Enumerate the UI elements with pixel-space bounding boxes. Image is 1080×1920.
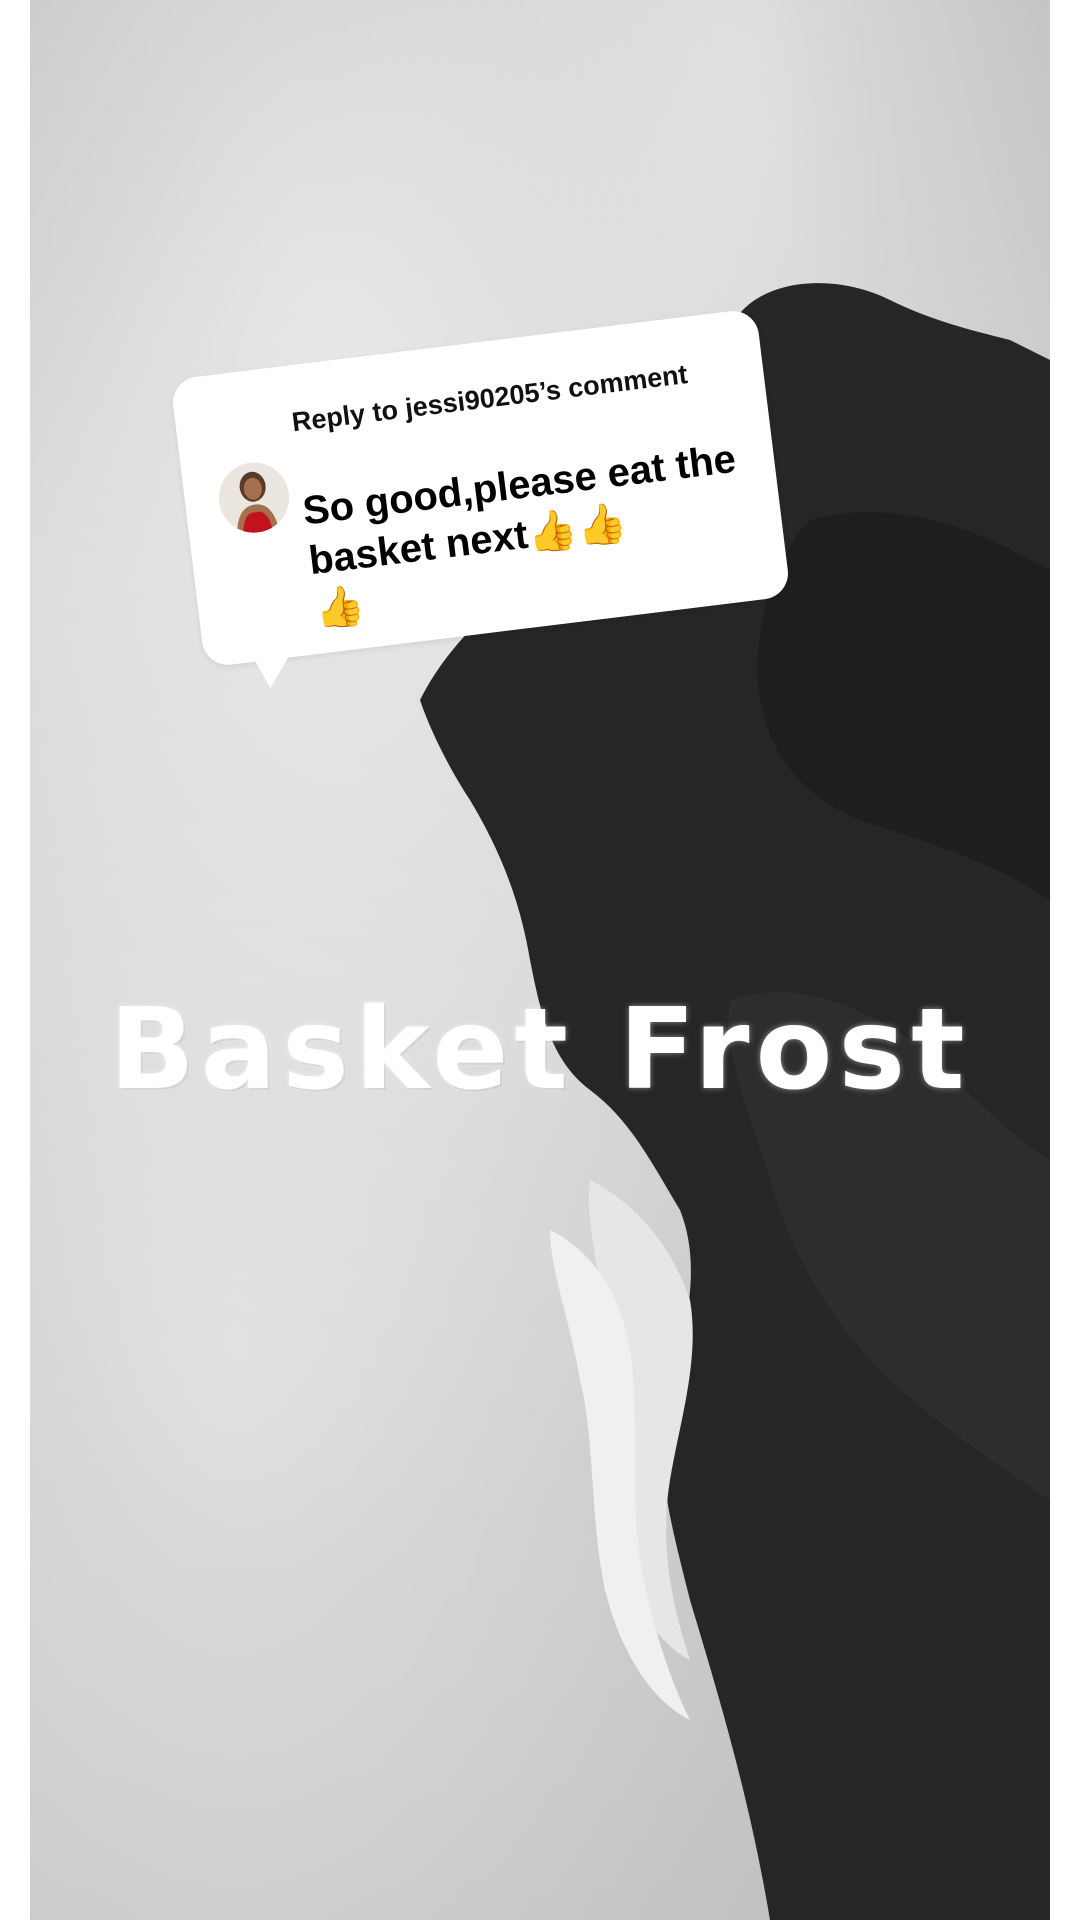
video-screen[interactable]: Reply to jessi90205’s comment So good,pl… — [0, 0, 1080, 1920]
video-title-overlay: Basket Frost — [109, 985, 971, 1115]
video-player[interactable] — [30, 0, 1050, 1920]
black-glove-image — [420, 283, 1050, 1920]
comment-bubble-tail — [252, 651, 297, 690]
